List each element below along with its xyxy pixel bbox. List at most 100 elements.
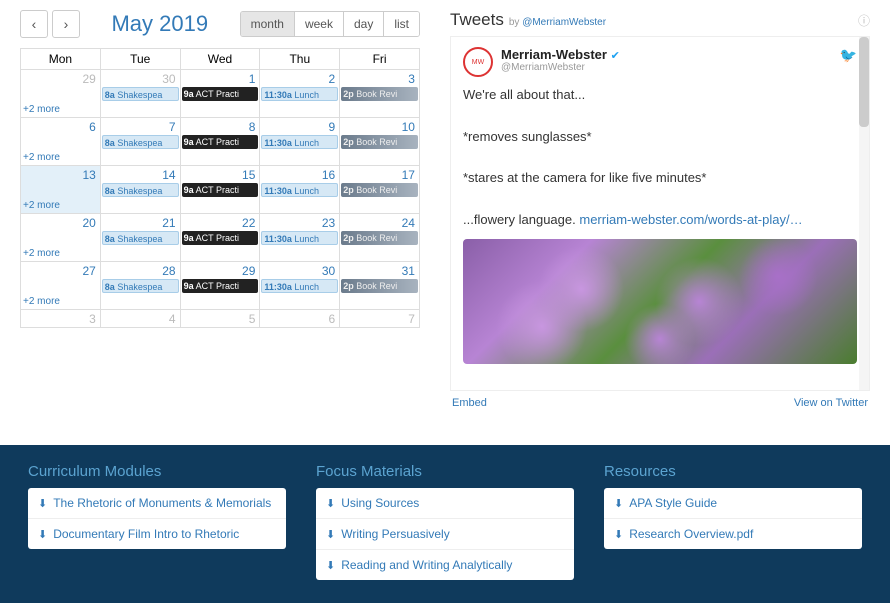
tweet-link[interactable]: merriam-webster.com/words-at-play/… <box>579 212 802 227</box>
event-shakespeare[interactable]: 8a Shakespea <box>102 183 179 197</box>
calendar-cell[interactable]: 308a Shakespea <box>100 70 180 117</box>
event-lunch[interactable]: 11:30a Lunch <box>261 183 338 197</box>
event-act-practice[interactable]: 9a ACT Practi <box>182 231 259 245</box>
calendar-cell[interactable]: 78a Shakespea <box>100 118 180 165</box>
event-act-practice[interactable]: 9a ACT Practi <box>182 135 259 149</box>
day-number: 29 <box>242 264 255 278</box>
resource-link[interactable]: ⬇APA Style Guide <box>604 488 862 518</box>
calendar-cell[interactable]: 5 <box>180 310 260 327</box>
event-shakespeare[interactable]: 8a Shakespea <box>102 279 179 293</box>
day-number: 16 <box>322 168 335 182</box>
day-number: 20 <box>82 216 95 230</box>
next-button[interactable]: › <box>52 10 80 38</box>
material-link[interactable]: ⬇Writing Persuasively <box>316 518 574 549</box>
resource-link[interactable]: ⬇Research Overview.pdf <box>604 518 862 549</box>
calendar-cell[interactable]: 288a Shakespea <box>100 262 180 309</box>
day-number: 29 <box>82 72 95 86</box>
day-number: 15 <box>242 168 255 182</box>
calendar-cell[interactable]: 7 <box>339 310 419 327</box>
calendar-cell[interactable]: 312p Book Revi <box>339 262 419 309</box>
more-link[interactable]: +2 more <box>23 104 60 115</box>
event-lunch[interactable]: 11:30a Lunch <box>261 135 338 149</box>
material-link[interactable]: ⬇Reading and Writing Analytically <box>316 549 574 580</box>
tweets-body: MW Merriam-Webster ✔ @MerriamWebster 🐦 W… <box>450 36 870 391</box>
event-lunch[interactable]: 11:30a Lunch <box>261 87 338 101</box>
more-link[interactable]: +2 more <box>23 152 60 163</box>
calendar-cell[interactable]: 3 <box>21 310 100 327</box>
calendar-cell[interactable]: 19a ACT Practi <box>180 70 260 117</box>
calendar-cell[interactable]: 27+2 more <box>21 262 100 309</box>
avatar[interactable]: MW <box>463 47 493 77</box>
view-switcher: month week day list <box>240 11 420 37</box>
calendar-cell[interactable]: 20 +2 more <box>21 214 100 261</box>
download-icon: ⬇ <box>326 559 335 572</box>
calendar-cell[interactable]: 242p Book Revi <box>339 214 419 261</box>
verified-icon: ✔ <box>611 50 620 62</box>
prev-button[interactable]: ‹ <box>20 10 48 38</box>
tweet-author-handle[interactable]: @MerriamWebster <box>501 62 620 73</box>
event-shakespeare[interactable]: 8a Shakespea <box>102 87 179 101</box>
calendar-cell[interactable]: 6+2 more <box>21 118 100 165</box>
calendar-cell[interactable]: 172p Book Revi <box>339 166 419 213</box>
tweet-author-name[interactable]: Merriam-Webster <box>501 47 607 62</box>
event-book-review[interactable]: 2p Book Revi <box>341 279 418 293</box>
more-link[interactable]: +2 more <box>23 296 60 307</box>
scrollbar[interactable] <box>859 37 869 390</box>
calendar-cell[interactable]: 2311:30a Lunch <box>259 214 339 261</box>
view-list[interactable]: list <box>383 12 419 36</box>
material-link[interactable]: ⬇Using Sources <box>316 488 574 518</box>
tweets-title: Tweets <box>450 10 504 30</box>
embed-link[interactable]: Embed <box>452 397 487 409</box>
calendar-cell[interactable]: 1611:30a Lunch <box>259 166 339 213</box>
calendar-cell[interactable]: 29 +2 more <box>21 70 100 117</box>
event-lunch[interactable]: 11:30a Lunch <box>261 279 338 293</box>
curriculum-modules-col: Curriculum Modules ⬇The Rhetoric of Monu… <box>28 463 286 585</box>
calendar-cell[interactable]: 6 <box>259 310 339 327</box>
module-link[interactable]: ⬇The Rhetoric of Monuments & Memorials <box>28 488 286 518</box>
col-title: Curriculum Modules <box>28 463 286 480</box>
day-number: 8 <box>249 120 256 134</box>
calendar-cell[interactable]: 102p Book Revi <box>339 118 419 165</box>
calendar-cell[interactable]: 218a Shakespea <box>100 214 180 261</box>
event-shakespeare[interactable]: 8a Shakespea <box>102 231 179 245</box>
calendar-cell[interactable]: 229a ACT Practi <box>180 214 260 261</box>
calendar-cell[interactable]: 4 <box>100 310 180 327</box>
day-number: 22 <box>242 216 255 230</box>
calendar-week: 6+2 more78a Shakespea89a ACT Practi911:3… <box>21 117 419 165</box>
calendar-cell[interactable]: 13+2 more <box>21 166 100 213</box>
event-lunch[interactable]: 11:30a Lunch <box>261 231 338 245</box>
info-icon[interactable]: ⓘ <box>858 12 870 29</box>
calendar-cell[interactable]: 299a ACT Practi <box>180 262 260 309</box>
event-book-review[interactable]: 2p Book Revi <box>341 135 418 149</box>
day-number: 7 <box>169 120 176 134</box>
day-number: 30 <box>322 264 335 278</box>
event-book-review[interactable]: 2p Book Revi <box>341 183 418 197</box>
calendar-week: 27+2 more288a Shakespea299a ACT Practi30… <box>21 261 419 309</box>
event-book-review[interactable]: 2p Book Revi <box>341 231 418 245</box>
more-link[interactable]: +2 more <box>23 200 60 211</box>
calendar-toolbar: ‹ › May 2019 month week day list <box>20 10 420 38</box>
event-shakespeare[interactable]: 8a Shakespea <box>102 135 179 149</box>
day-number: 9 <box>329 120 336 134</box>
calendar-cell[interactable]: 3011:30a Lunch <box>259 262 339 309</box>
view-day[interactable]: day <box>343 12 383 36</box>
calendar-cell[interactable]: 89a ACT Practi <box>180 118 260 165</box>
day-number: 4 <box>169 312 176 326</box>
more-link[interactable]: +2 more <box>23 248 60 259</box>
view-week[interactable]: week <box>294 12 343 36</box>
tweets-author-link[interactable]: @MerriamWebster <box>522 17 606 28</box>
view-month[interactable]: month <box>241 12 294 36</box>
calendar-cell[interactable]: 211:30a Lunch <box>259 70 339 117</box>
calendar-cell[interactable]: 32p Book Revi <box>339 70 419 117</box>
view-on-twitter-link[interactable]: View on Twitter <box>794 397 868 409</box>
module-link[interactable]: ⬇Documentary Film Intro to Rhetoric <box>28 518 286 549</box>
event-act-practice[interactable]: 9a ACT Practi <box>182 87 259 101</box>
calendar-cell[interactable]: 159a ACT Practi <box>180 166 260 213</box>
calendar-cell[interactable]: 911:30a Lunch <box>259 118 339 165</box>
event-book-review[interactable]: 2p Book Revi <box>341 87 418 101</box>
calendar-week: 20+2 more218a Shakespea229a ACT Practi23… <box>21 213 419 261</box>
event-act-practice[interactable]: 9a ACT Practi <box>182 183 259 197</box>
tweet-image[interactable] <box>463 239 857 364</box>
calendar-cell[interactable]: 148a Shakespea <box>100 166 180 213</box>
event-act-practice[interactable]: 9a ACT Practi <box>182 279 259 293</box>
